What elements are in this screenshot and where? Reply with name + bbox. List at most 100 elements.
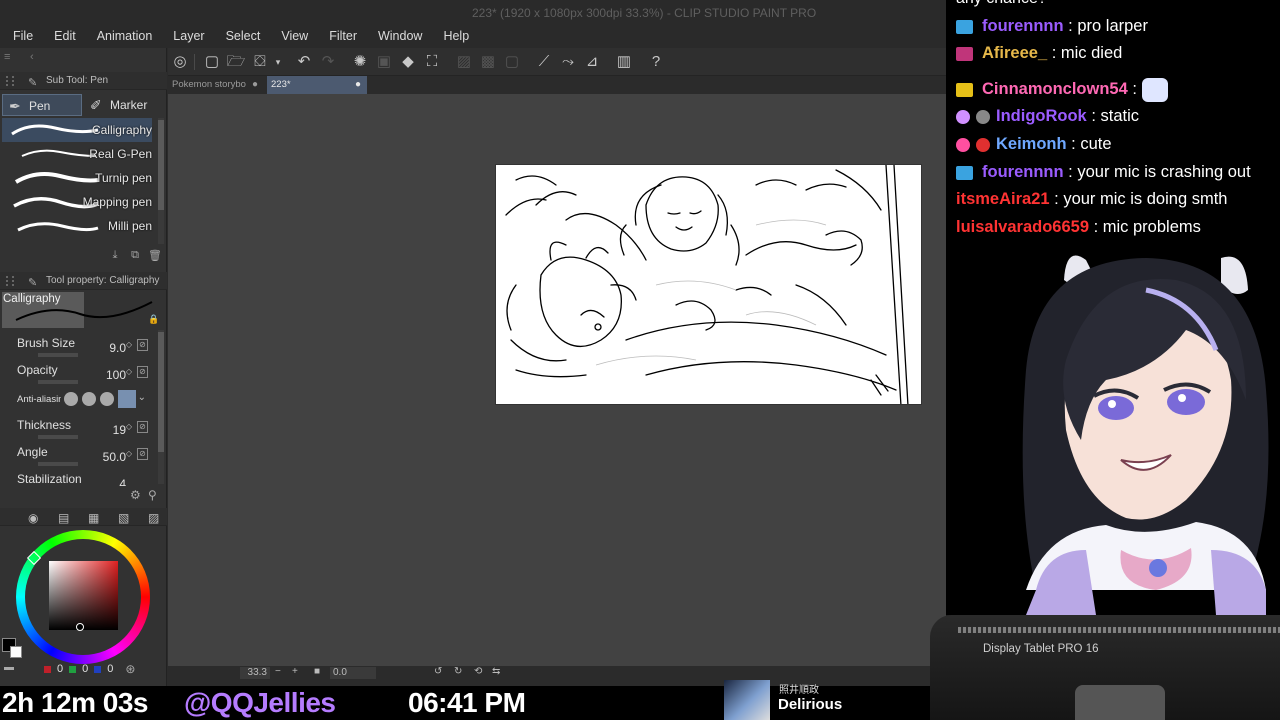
rotate-right-icon[interactable]: ↻	[454, 666, 462, 677]
scrollbar-thumb[interactable]	[158, 120, 164, 210]
prop-value[interactable]: 4	[119, 477, 126, 486]
chevron-down-icon[interactable]: ⌄	[138, 392, 146, 403]
brush-item-calligraphy[interactable]: Calligraphy	[2, 118, 152, 142]
transform-icon[interactable]: ▣	[374, 52, 394, 72]
spin-icon[interactable]: ◇	[126, 367, 132, 376]
brush-preset-preview[interactable]: Calligraphy 🔒	[0, 290, 160, 330]
snap-ruler-icon[interactable]: ⊿	[582, 52, 602, 72]
scrollbar-thumb[interactable]	[158, 332, 164, 452]
fit-icon[interactable]: ■	[314, 666, 320, 677]
reset-rotation-icon[interactable]: ⟲	[474, 666, 482, 677]
select-all-icon[interactable]: ⛶	[422, 52, 442, 72]
brush-item-milli-pen[interactable]: Milli pen	[2, 214, 152, 238]
pressure-icon[interactable]: ⊘	[137, 339, 148, 351]
help-icon[interactable]: ?	[646, 52, 666, 72]
panel-grip-icon[interactable]	[6, 276, 14, 286]
chat-username[interactable]: Afireee_	[982, 44, 1047, 63]
duplicate-icon[interactable]: ⧉	[128, 249, 142, 262]
green-value[interactable]: 0	[82, 663, 88, 675]
lock-icon[interactable]: 🔒	[148, 314, 159, 325]
intermediate-color-tab-icon[interactable]: ▧	[118, 509, 129, 527]
pressure-icon[interactable]: ⊘	[137, 421, 148, 433]
toolprop-scrollbar[interactable]	[158, 330, 164, 484]
prop-row-brush-size[interactable]: Brush Size 9.0 ◇ ⊘	[0, 334, 160, 360]
chat-username[interactable]: itsmeAira21	[956, 190, 1050, 209]
save-dropdown-icon[interactable]: ▾	[268, 52, 288, 72]
prop-value[interactable]: 50.0	[103, 450, 126, 464]
redo-icon[interactable]: ↷	[318, 52, 338, 72]
prop-slider[interactable]	[38, 380, 78, 384]
zoom-level[interactable]: 33.3	[240, 667, 270, 679]
chat-username[interactable]: Cinnamonclown54	[982, 80, 1128, 99]
menu-file[interactable]: File	[13, 29, 33, 43]
chat-username[interactable]: fourennnn	[982, 17, 1064, 36]
color-picker-cursor[interactable]	[76, 623, 84, 631]
anti-aliasing-options[interactable]	[64, 390, 136, 408]
chat-username[interactable]: Keimonh	[996, 135, 1067, 154]
prop-value[interactable]: 100	[106, 368, 126, 382]
spin-icon[interactable]: ◇	[126, 422, 132, 431]
prop-slider[interactable]	[38, 435, 78, 439]
save-icon[interactable]: ⛋	[250, 52, 270, 72]
chat-username[interactable]: luisalvarado6659	[956, 218, 1089, 237]
crop-icon[interactable]: ▢	[502, 52, 522, 72]
color-wheel-tab-icon[interactable]: ◉	[28, 509, 38, 527]
prop-slider[interactable]	[38, 462, 78, 466]
saturation-value-square[interactable]	[49, 561, 118, 630]
fill-icon[interactable]: ◆	[398, 52, 418, 72]
red-value[interactable]: 0	[57, 663, 63, 675]
menu-layer[interactable]: Layer	[173, 29, 204, 43]
color-set-tab-icon[interactable]: ▤	[58, 509, 69, 527]
prop-row-anti-aliasing[interactable]: Anti-aliasing ⌄	[0, 388, 160, 414]
canvas-area[interactable]	[168, 94, 946, 666]
doc-tab-223[interactable]: 223* ●	[267, 76, 367, 94]
transparent-color-icon[interactable]: ▬	[4, 662, 14, 673]
aa-strong-dot[interactable]	[118, 390, 136, 408]
pressure-icon[interactable]: ⊘	[137, 448, 148, 460]
color-mode-icon[interactable]: ⊛	[125, 662, 135, 676]
tablet-icon[interactable]: ▥	[614, 52, 634, 72]
open-folder-icon[interactable]: 🗁	[226, 52, 246, 72]
pressure-icon[interactable]: ⊘	[137, 366, 148, 378]
menu-view[interactable]: View	[281, 29, 308, 43]
invert-selection-icon[interactable]: ▩	[478, 52, 498, 72]
prop-row-opacity[interactable]: Opacity 100 ◇ ⊘	[0, 361, 160, 387]
prop-row-thickness[interactable]: Thickness 19 ◇ ⊘	[0, 416, 160, 442]
spin-icon[interactable]: ◇	[126, 340, 132, 349]
menu-animation[interactable]: Animation	[97, 29, 153, 43]
chat-username[interactable]: IndigoRook	[996, 107, 1087, 126]
prop-value[interactable]: 9.0	[109, 341, 126, 355]
prop-row-angle[interactable]: Angle 50.0 ◇ ⊘	[0, 443, 160, 469]
download-icon[interactable]: ⤓	[108, 249, 122, 262]
snap-icon[interactable]: ⤳	[558, 52, 578, 72]
zoom-in-icon[interactable]: +	[292, 666, 298, 677]
sub-color-swatch[interactable]	[10, 646, 22, 658]
brush-list-scrollbar[interactable]	[158, 118, 164, 244]
panel-menu-icon[interactable]: ≡	[4, 51, 10, 63]
deselect-icon[interactable]: ▨	[454, 52, 474, 72]
clip-studio-icon[interactable]: ◎	[170, 52, 190, 72]
flip-icon[interactable]: ⇆	[492, 666, 500, 677]
doc-tab-pokemon[interactable]: Pokemon storybo ●	[168, 76, 264, 94]
menu-window[interactable]: Window	[378, 29, 422, 43]
tab-marker[interactable]: ✐ Marker	[84, 94, 156, 116]
aa-weak-dot[interactable]	[82, 392, 96, 406]
chat-username[interactable]: fourennnn	[982, 163, 1064, 182]
color-slider-tab-icon[interactable]: ▦	[88, 509, 99, 527]
aa-none-dot[interactable]	[64, 392, 78, 406]
color-wheel[interactable]	[16, 530, 150, 664]
menu-select[interactable]: Select	[226, 29, 261, 43]
menu-help[interactable]: Help	[443, 29, 469, 43]
blue-value[interactable]: 0	[107, 663, 113, 675]
panel-collapse-icon[interactable]: ‹	[30, 51, 34, 63]
zoom-out-icon[interactable]: −	[275, 666, 281, 677]
trash-icon[interactable]: 🗑	[148, 249, 162, 262]
new-file-icon[interactable]: ▢	[202, 52, 222, 72]
ruler-icon[interactable]: ⟋	[534, 52, 554, 72]
prop-slider[interactable]	[38, 353, 78, 357]
prop-value[interactable]: 19	[113, 423, 126, 437]
tab-pen[interactable]: ✒ Pen	[2, 94, 82, 116]
menu-filter[interactable]: Filter	[329, 29, 357, 43]
prop-row-stabilization[interactable]: Stabilization 4	[0, 470, 160, 486]
brush-item-turnip-pen[interactable]: Turnip pen	[2, 166, 152, 190]
